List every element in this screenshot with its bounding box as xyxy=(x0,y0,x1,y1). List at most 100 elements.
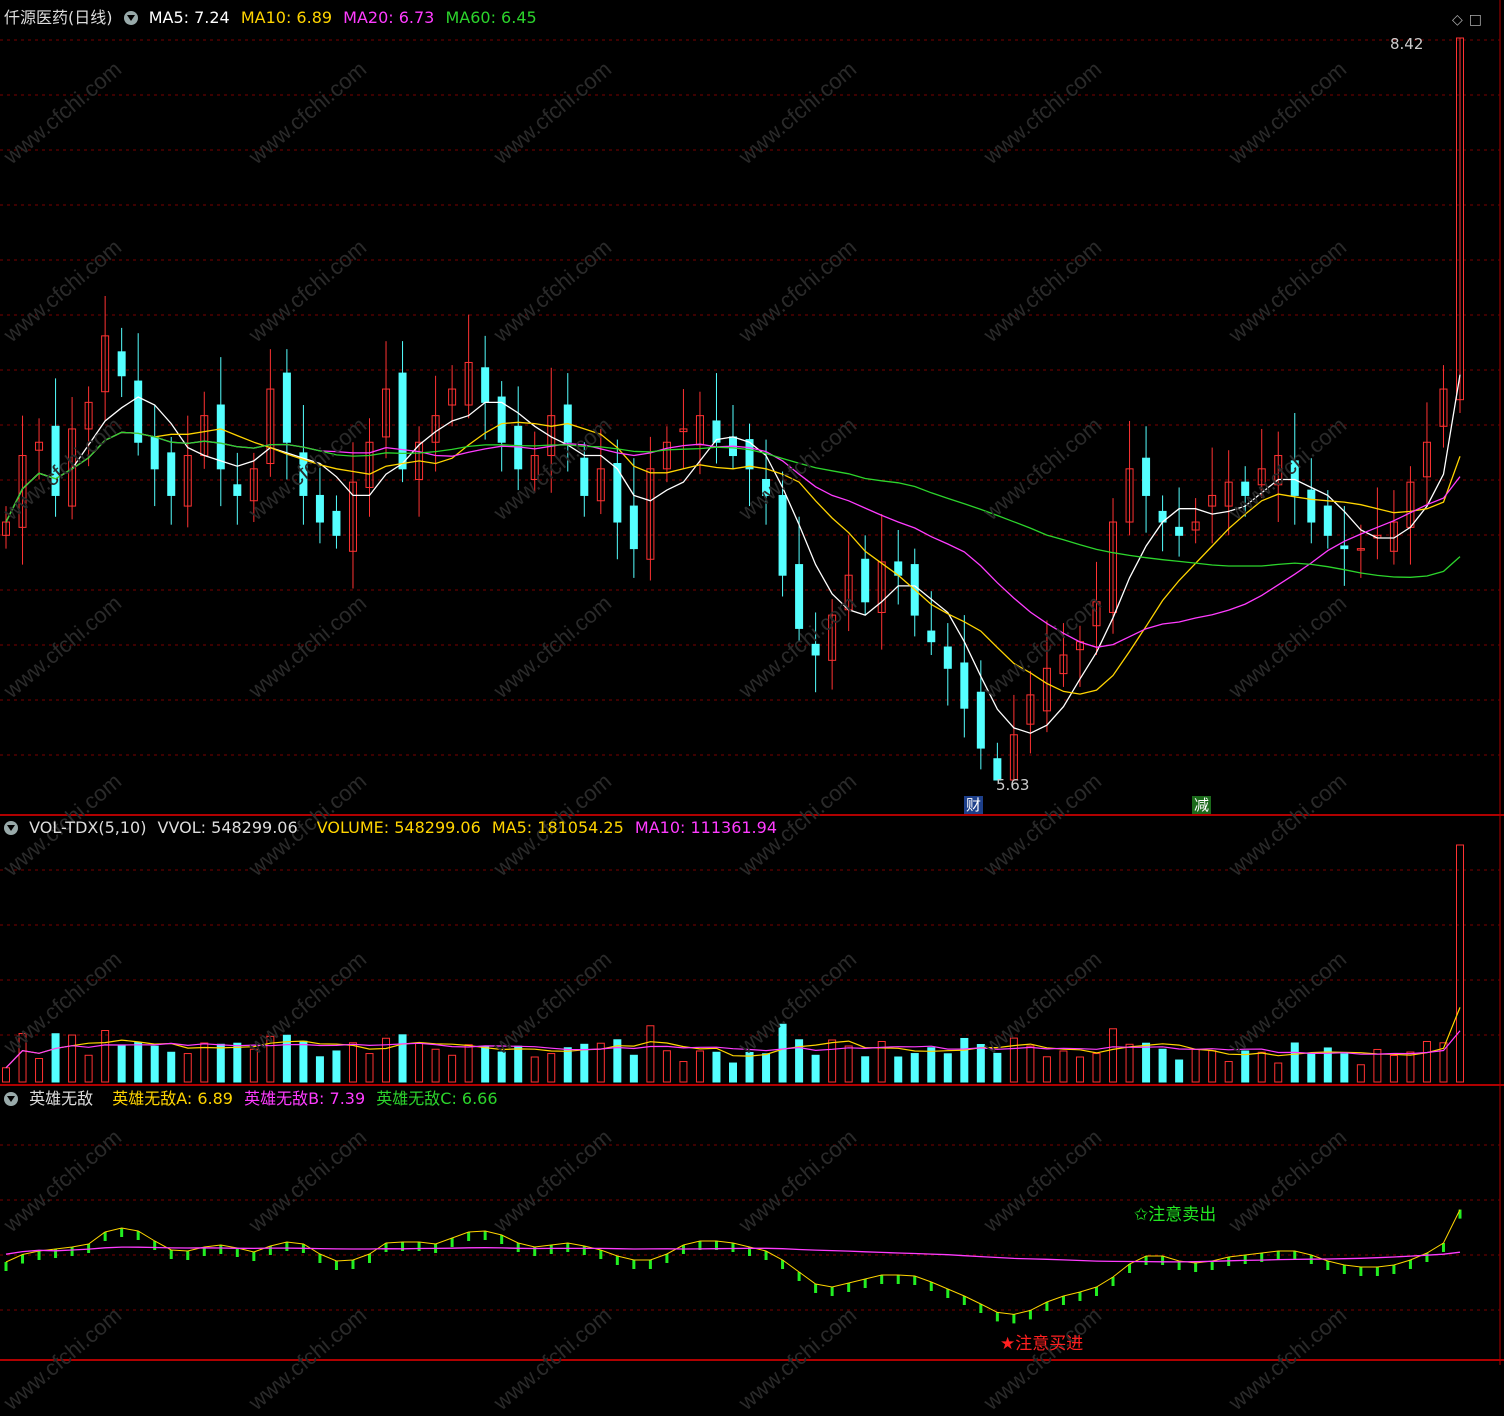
stock-name[interactable]: 仟源医药 xyxy=(4,8,68,27)
candle-body xyxy=(778,494,787,576)
volume-bar xyxy=(481,1045,490,1083)
volume-bar xyxy=(1307,1053,1316,1083)
ma20-legend: MA20: 6.73 xyxy=(343,8,435,27)
ma5-legend: MA5: 7.24 xyxy=(148,8,230,27)
vol-ma10-value: MA10: 111361.94 xyxy=(634,818,777,837)
dropdown-icon[interactable] xyxy=(4,1092,18,1106)
volume-bar xyxy=(679,1061,688,1083)
volume-bar xyxy=(1158,1048,1167,1083)
hero-panel-header: 英雄无敌 英雄无敌A: 6.89 英雄无敌B: 7.39 英雄无敌C: 6.66 xyxy=(4,1089,504,1109)
vol-indicator-name[interactable]: VOL-TDX(5,10) xyxy=(29,818,146,837)
volume-bar xyxy=(960,1037,969,1083)
low-price-label: 5.63 xyxy=(996,776,1030,794)
candle-body xyxy=(861,558,870,603)
dropdown-icon[interactable] xyxy=(4,821,18,835)
period-label: (日线) xyxy=(68,8,113,27)
volume-bar xyxy=(233,1042,242,1083)
volume-bar xyxy=(51,1033,60,1083)
ma60-legend: MA60: 6.45 xyxy=(445,8,537,27)
volume-bar xyxy=(1142,1042,1151,1083)
hero-b-value: 英雄无敌B: 7.39 xyxy=(244,1089,366,1108)
panel-controls: ◇ □ xyxy=(1452,10,1488,30)
volume-bar xyxy=(1026,1045,1035,1083)
volume-bar xyxy=(200,1042,209,1083)
reduce-tag[interactable]: 减 xyxy=(1192,796,1212,814)
vol-ma5-value: MA5: 181054.25 xyxy=(491,818,624,837)
main-panel-header: 仟源医药(日线) MA5: 7.24 MA10: 6.89 MA20: 6.73… xyxy=(4,8,543,28)
volume-bar xyxy=(530,1056,539,1083)
volume-bar xyxy=(464,1044,473,1083)
volume-bar xyxy=(894,1056,903,1083)
candle-body xyxy=(976,691,985,749)
volume-bar xyxy=(762,1053,771,1083)
volume-bar xyxy=(1208,1050,1217,1083)
hero-c-value: 英雄无敌C: 6.66 xyxy=(376,1089,498,1108)
volume-bar xyxy=(729,1062,737,1083)
volume-bar xyxy=(844,1045,853,1083)
volume-bar xyxy=(117,1045,126,1083)
volume-bar xyxy=(861,1056,870,1083)
volume-bar xyxy=(563,1047,572,1083)
candle-body xyxy=(960,662,969,709)
volume-bar xyxy=(348,1042,357,1083)
volume-bar xyxy=(332,1050,341,1083)
volume-bar xyxy=(646,1025,655,1083)
volume-bar xyxy=(943,1053,952,1083)
buy-note: ★注意买进 xyxy=(1000,1334,1084,1354)
volume-bar xyxy=(1191,1048,1200,1083)
volume-bar xyxy=(134,1042,143,1083)
candle-body xyxy=(282,372,291,443)
volume-bar xyxy=(629,1054,638,1083)
volume-bar xyxy=(910,1053,919,1083)
candle-body xyxy=(580,457,589,496)
volume-bar xyxy=(712,1051,721,1083)
hero-indicator-name[interactable]: 英雄无敌 xyxy=(29,1089,93,1108)
volume-bar xyxy=(398,1034,407,1083)
volume-bar xyxy=(1092,1053,1101,1083)
volume-bar xyxy=(1389,1054,1398,1083)
candle-body xyxy=(332,510,341,536)
candle-body xyxy=(150,436,159,470)
volume-bar xyxy=(101,1030,110,1083)
volume-bar xyxy=(547,1053,556,1083)
volume-panel-header: VOL-TDX(5,10) VVOL: 548299.06 VOLUME: 54… xyxy=(4,818,783,838)
candle-body xyxy=(1323,505,1332,536)
volume-bar xyxy=(811,1054,820,1083)
candle-body xyxy=(1340,545,1349,550)
candle-body xyxy=(481,367,490,403)
candle-body xyxy=(1307,489,1316,523)
ma10-legend: MA10: 6.89 xyxy=(240,8,333,27)
volume-bar xyxy=(150,1045,159,1083)
candle-body xyxy=(315,494,324,523)
volume-bar xyxy=(2,1067,10,1083)
hero-a-value: 英雄无敌A: 6.89 xyxy=(112,1089,233,1108)
candle-body xyxy=(117,351,126,377)
maximize-icon[interactable]: □ xyxy=(1469,12,1482,28)
volume-bar xyxy=(1125,1043,1134,1083)
volume-bar xyxy=(695,1050,704,1083)
dropdown-icon[interactable] xyxy=(123,11,138,25)
candle-body xyxy=(1175,526,1184,536)
volume-bar xyxy=(1274,1062,1283,1083)
volume-bar xyxy=(431,1048,440,1083)
high-price-label: 8.42 xyxy=(1390,35,1424,53)
volume-bar xyxy=(1042,1056,1051,1083)
volume-bar xyxy=(976,1044,985,1083)
vvol-value: VVOL: 548299.06 xyxy=(157,818,298,837)
finance-tag[interactable]: 财 xyxy=(964,796,984,814)
volume-bar xyxy=(1356,1064,1365,1083)
volume-bar xyxy=(1075,1056,1084,1083)
volume-bar xyxy=(1456,844,1464,1083)
volume-bar xyxy=(662,1050,671,1083)
volume-bar xyxy=(183,1053,192,1083)
candle-body xyxy=(629,505,638,550)
volume-bar xyxy=(1340,1053,1349,1083)
volume-bar xyxy=(68,1034,77,1083)
candle-body xyxy=(927,630,936,643)
volume-bar xyxy=(216,1043,225,1083)
volume-bar xyxy=(299,1040,308,1083)
candle-body xyxy=(1142,457,1151,496)
diamond-icon[interactable]: ◇ xyxy=(1452,12,1463,28)
volume-value: VOLUME: 548299.06 xyxy=(316,818,481,837)
volume-bar xyxy=(1059,1050,1068,1083)
